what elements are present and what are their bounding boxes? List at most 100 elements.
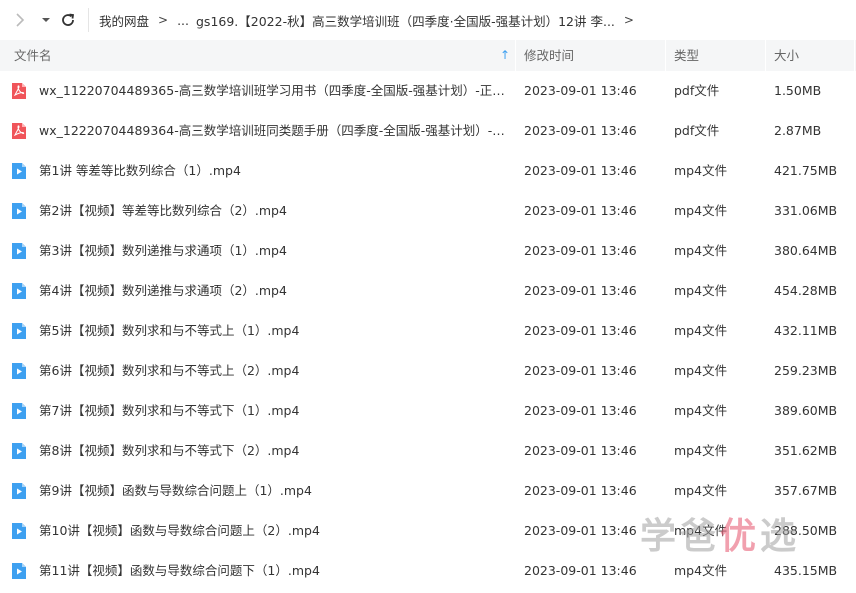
file-modified: 2023-09-01 13:46 (524, 203, 637, 218)
file-row[interactable]: wx_11220704489365-高三数学培训班学习用书（四季度-全国版-强基… (0, 71, 856, 111)
file-type: mp4文件 (674, 283, 728, 298)
file-row[interactable]: 第1讲 等差等比数列综合（1）.mp4 2023-09-01 13:46 mp4文件… (0, 151, 856, 191)
video-file-icon (12, 323, 26, 339)
file-size: 421.75MB (774, 163, 838, 178)
file-size: 351.62MB (774, 443, 838, 458)
breadcrumb-separator[interactable]: > (624, 13, 634, 27)
file-modified: 2023-09-01 13:46 (524, 483, 637, 498)
breadcrumb-current[interactable]: gs169.【2022-秋】高三数学培训班（四季度·全国版-强基计划）12讲 李… (196, 11, 615, 30)
toolbar: 我的网盘 > ... gs169.【2022-秋】高三数学培训班（四季度·全国版… (0, 0, 856, 40)
pdf-file-icon (12, 123, 26, 139)
file-modified: 2023-09-01 13:46 (524, 123, 637, 138)
column-divider[interactable] (665, 40, 666, 71)
video-file-icon (12, 283, 26, 299)
file-size: 1.50MB (774, 83, 822, 98)
file-modified: 2023-09-01 13:46 (524, 563, 637, 578)
file-row[interactable]: 第3讲【视频】数列递推与求通项（1）.mp4 2023-09-01 13:46 mp… (0, 231, 856, 271)
file-modified: 2023-09-01 13:46 (524, 243, 637, 258)
video-file-icon (12, 163, 26, 179)
chevron-right-icon (16, 13, 25, 27)
breadcrumb-ellipsis[interactable]: ... (177, 13, 189, 28)
pdf-file-icon (12, 83, 26, 99)
file-size: 2.87MB (774, 123, 822, 138)
file-name[interactable]: 第3讲【视频】数列递推与求通项（1）.mp4 (39, 231, 513, 271)
file-modified: 2023-09-01 13:46 (524, 283, 637, 298)
back-button[interactable] (10, 10, 30, 30)
file-row[interactable]: 第5讲【视频】数列求和与不等式上（1）.mp4 2023-09-01 13:46 m… (0, 311, 856, 351)
file-type: mp4文件 (674, 363, 728, 378)
file-name[interactable]: 第2讲【视频】等差等比数列综合（2）.mp4 (39, 191, 513, 231)
file-name[interactable]: 第7讲【视频】数列求和与不等式下（1）.mp4 (39, 391, 513, 431)
file-modified: 2023-09-01 13:46 (524, 363, 637, 378)
breadcrumb: 我的网盘 > ... gs169.【2022-秋】高三数学培训班（四季度·全国版… (99, 0, 643, 40)
file-size: 454.28MB (774, 283, 838, 298)
file-size: 357.67MB (774, 483, 838, 498)
column-divider[interactable] (854, 40, 855, 71)
breadcrumb-separator: > (158, 13, 169, 27)
file-name[interactable]: 第8讲【视频】数列求和与不等式下（2）.mp4 (39, 431, 513, 471)
file-name[interactable]: wx_11220704489365-高三数学培训班学习用书（四季度-全国版-强基… (39, 71, 513, 111)
file-row[interactable]: wx_12220704489364-高三数学培训班同类题手册（四季度-全国版-强… (0, 111, 856, 151)
file-name[interactable]: wx_12220704489364-高三数学培训班同类题手册（四季度-全国版-强… (39, 111, 513, 151)
column-divider[interactable] (765, 40, 766, 71)
file-type: mp4文件 (674, 483, 728, 498)
file-modified: 2023-09-01 13:46 (524, 443, 637, 458)
breadcrumb-root[interactable]: 我的网盘 (99, 11, 149, 30)
file-type: mp4文件 (674, 203, 728, 218)
file-name[interactable]: 第11讲【视频】函数与导数综合问题下（1）.mp4 (39, 551, 513, 591)
file-list-header: 文件名 ↑ 修改时间 类型 大小 (0, 40, 856, 71)
video-file-icon (12, 443, 26, 459)
file-row[interactable]: 第7讲【视频】数列求和与不等式下（1）.mp4 2023-09-01 13:46 m… (0, 391, 856, 431)
file-type: mp4文件 (674, 163, 728, 178)
file-modified: 2023-09-01 13:46 (524, 163, 637, 178)
file-modified: 2023-09-01 13:46 (524, 523, 637, 538)
file-size: 331.06MB (774, 203, 838, 218)
video-file-icon (12, 243, 26, 259)
file-size: 380.64MB (774, 243, 838, 258)
file-type: mp4文件 (674, 443, 728, 458)
file-type: mp4文件 (674, 243, 728, 258)
file-name[interactable]: 第4讲【视频】数列递推与求通项（2）.mp4 (39, 271, 513, 311)
file-row[interactable]: 第2讲【视频】等差等比数列综合（2）.mp4 2023-09-01 13:46 mp… (0, 191, 856, 231)
file-name[interactable]: 第6讲【视频】数列求和与不等式上（2）.mp4 (39, 351, 513, 391)
video-file-icon (12, 363, 26, 379)
file-modified: 2023-09-01 13:46 (524, 83, 637, 98)
file-type: mp4文件 (674, 403, 728, 418)
file-type: pdf文件 (674, 123, 720, 138)
file-modified: 2023-09-01 13:46 (524, 323, 637, 338)
watermark-text: 学爸 (640, 516, 721, 557)
refresh-icon (62, 13, 75, 26)
video-file-icon (12, 523, 26, 539)
video-file-icon (12, 563, 26, 579)
file-type: mp4文件 (674, 323, 728, 338)
file-row[interactable]: 第9讲【视频】函数与导数综合问题上（1）.mp4 2023-09-01 13:46… (0, 471, 856, 511)
file-name[interactable]: 第5讲【视频】数列求和与不等式上（1）.mp4 (39, 311, 513, 351)
column-header-name[interactable]: 文件名 (14, 40, 52, 71)
divider (88, 8, 89, 32)
watermark: 学爸 优 选 (640, 509, 800, 557)
file-size: 389.60MB (774, 403, 838, 418)
column-header-modified[interactable]: 修改时间 (524, 40, 574, 71)
video-file-icon (12, 403, 26, 419)
watermark-text: 优 (720, 516, 761, 557)
column-divider[interactable] (515, 40, 516, 71)
watermark-text: 选 (760, 516, 801, 557)
file-modified: 2023-09-01 13:46 (524, 403, 637, 418)
caret-down-icon (42, 18, 50, 22)
file-size: 259.23MB (774, 363, 838, 378)
file-name[interactable]: 第9讲【视频】函数与导数综合问题上（1）.mp4 (39, 471, 513, 511)
file-row[interactable]: 第6讲【视频】数列求和与不等式上（2）.mp4 2023-09-01 13:46 m… (0, 351, 856, 391)
video-file-icon (12, 203, 26, 219)
file-size: 432.11MB (774, 323, 838, 338)
file-name[interactable]: 第1讲 等差等比数列综合（1）.mp4 (39, 151, 513, 191)
column-header-type[interactable]: 类型 (674, 40, 699, 71)
sort-ascending-icon[interactable]: ↑ (500, 40, 510, 71)
file-name[interactable]: 第10讲【视频】函数与导数综合问题上（2）.mp4 (39, 511, 513, 551)
file-type: pdf文件 (674, 83, 720, 98)
refresh-button[interactable] (58, 10, 78, 30)
file-row[interactable]: 第4讲【视频】数列递推与求通项（2）.mp4 2023-09-01 13:46 mp… (0, 271, 856, 311)
history-dropdown-button[interactable] (36, 10, 56, 30)
column-header-size[interactable]: 大小 (774, 40, 799, 71)
file-row[interactable]: 第8讲【视频】数列求和与不等式下（2）.mp4 2023-09-01 13:46 m… (0, 431, 856, 471)
video-file-icon (12, 483, 26, 499)
